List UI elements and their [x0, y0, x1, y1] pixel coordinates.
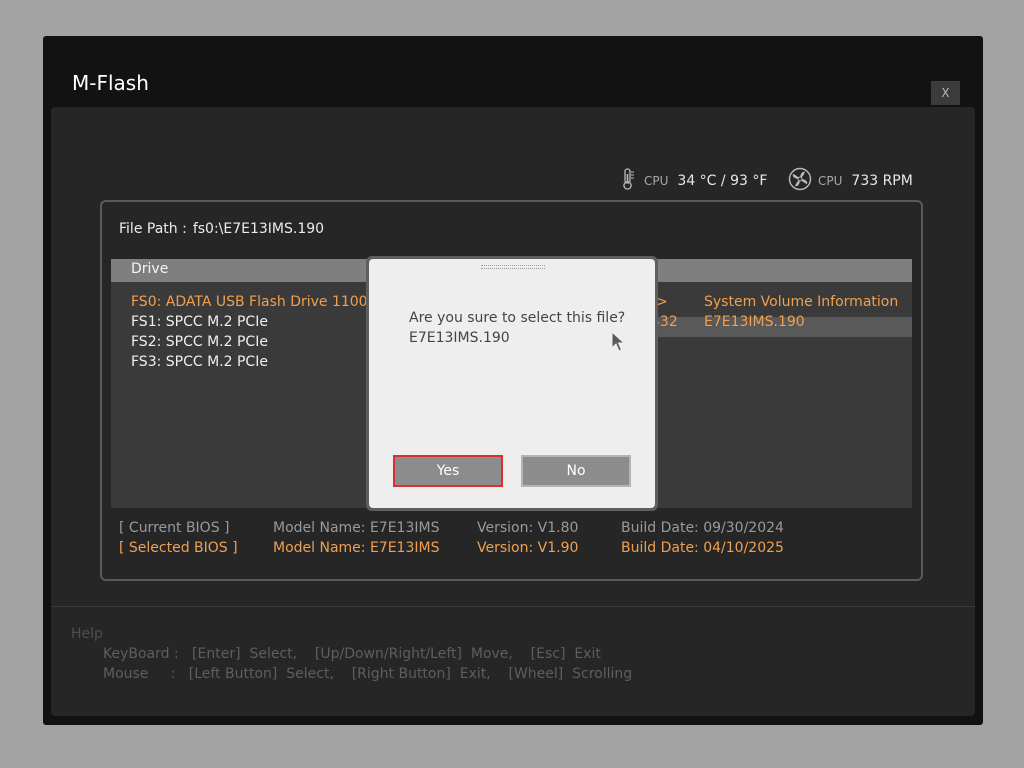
selected-bios-model: Model Name: E7E13IMS — [273, 540, 440, 556]
drag-handle[interactable] — [481, 265, 545, 269]
drive-item-fs2[interactable]: FS2: SPCC M.2 PCIe — [131, 334, 268, 350]
confirm-question: Are you sure to select this file? — [409, 310, 626, 326]
file-path-value: fs0:\E7E13IMS.190 — [192, 221, 325, 237]
current-bios-model: Model Name: E7E13IMS — [273, 520, 440, 536]
file-path-label: File Path : — [119, 221, 187, 237]
file-path: File Path : fs0:\E7E13IMS.190 — [119, 221, 324, 237]
temp-sensor-value: 34 °C / 93 °F — [677, 173, 768, 189]
help-keyboard: KeyBoard : [Enter] Select, [Up/Down/Righ… — [103, 646, 601, 662]
current-bios-version: Version: V1.80 — [477, 520, 579, 536]
help-divider — [51, 606, 975, 607]
yes-button[interactable]: Yes — [393, 455, 503, 487]
help-mouse: Mouse : [Left Button] Select, [Right But… — [103, 666, 633, 682]
drive-item-fs0[interactable]: FS0: ADATA USB Flash Drive 1100 — [131, 294, 368, 310]
drive-item-fs1[interactable]: FS1: SPCC M.2 PCIe — [131, 314, 268, 330]
fan-sensor-value: 733 RPM — [851, 173, 913, 189]
fan-sensor-label: CPU — [818, 174, 843, 188]
confirm-filename: E7E13IMS.190 — [409, 330, 510, 346]
current-bios-date: Build Date: 09/30/2024 — [621, 520, 784, 536]
selected-bios-tag: [ Selected BIOS ] — [119, 540, 238, 556]
drive-column-header: Drive — [131, 261, 169, 277]
temp-sensor-label: CPU — [644, 174, 669, 188]
close-button[interactable]: X — [931, 81, 960, 105]
cpu-temperature-readout: CPU 34 °C / 93 °F — [618, 167, 767, 195]
current-bios-tag: [ Current BIOS ] — [119, 520, 230, 536]
confirm-dialog: Are you sure to select this file? E7E13I… — [366, 256, 658, 511]
cpu-fan-readout: CPU 733 RPM — [788, 167, 913, 195]
confirm-dialog-body: Are you sure to select this file? E7E13I… — [369, 259, 655, 508]
mouse-cursor-icon — [611, 330, 626, 357]
window-title: M-Flash — [72, 71, 149, 95]
no-button[interactable]: No — [521, 455, 631, 487]
thermometer-icon — [618, 167, 638, 195]
confirm-message: Are you sure to select this file? E7E13I… — [409, 308, 625, 348]
help-title: Help — [71, 626, 103, 642]
selected-bios-date: Build Date: 04/10/2025 — [621, 540, 784, 556]
file-item-bios-image[interactable]: E7E13IMS.190 — [704, 314, 805, 330]
file-item-system-volume[interactable]: System Volume Information — [704, 294, 898, 310]
fan-icon — [788, 167, 812, 195]
selected-bios-version: Version: V1.90 — [477, 540, 579, 556]
drive-item-fs3[interactable]: FS3: SPCC M.2 PCIe — [131, 354, 268, 370]
